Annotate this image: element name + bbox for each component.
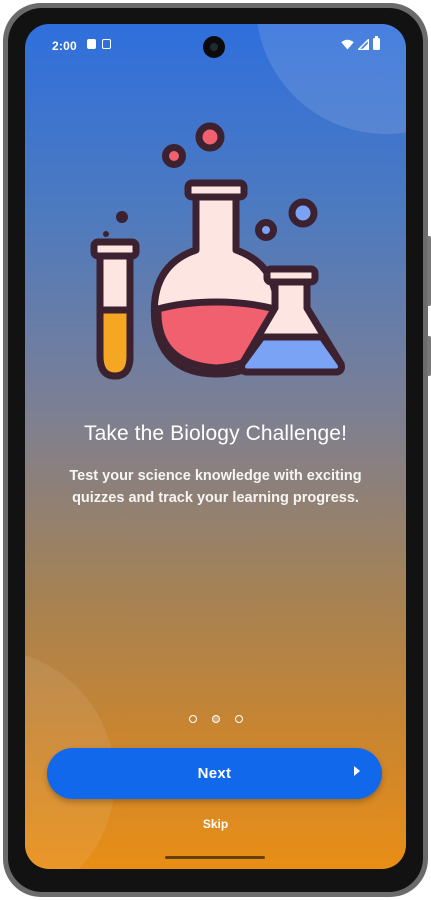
message-icon	[102, 39, 111, 49]
next-button[interactable]: Next	[47, 748, 382, 799]
page-indicator-dot-1[interactable]	[188, 715, 197, 723]
chevron-right-icon	[354, 766, 360, 776]
phone-device: 2:00 Take the Biology Challenge! Test yo…	[0, 0, 431, 900]
status-bar: 2:00	[25, 24, 406, 60]
next-button-label: Next	[197, 765, 232, 782]
power-button	[427, 236, 431, 306]
sim-card-icon	[87, 39, 96, 49]
onboarding-screen: 2:00 Take the Biology Challenge! Test yo…	[25, 24, 406, 869]
battery-icon	[373, 36, 380, 50]
signal-icon	[358, 38, 369, 50]
status-left-icons	[87, 39, 111, 49]
wifi-icon	[341, 39, 354, 49]
page-indicator-dot-2-active[interactable]	[211, 715, 220, 723]
status-time: 2:00	[52, 39, 77, 53]
lab-flasks-illustration	[90, 122, 345, 380]
onboarding-title: Take the Biology Challenge!	[83, 422, 348, 445]
home-indicator[interactable]	[165, 856, 265, 859]
volume-button	[427, 336, 431, 376]
skip-button[interactable]: Skip	[25, 817, 406, 831]
page-indicator	[25, 715, 406, 723]
status-right-icons	[341, 36, 380, 50]
page-indicator-dot-3[interactable]	[234, 715, 243, 723]
onboarding-description: Test your science knowledge with excitin…	[69, 468, 362, 506]
front-camera	[203, 36, 225, 58]
